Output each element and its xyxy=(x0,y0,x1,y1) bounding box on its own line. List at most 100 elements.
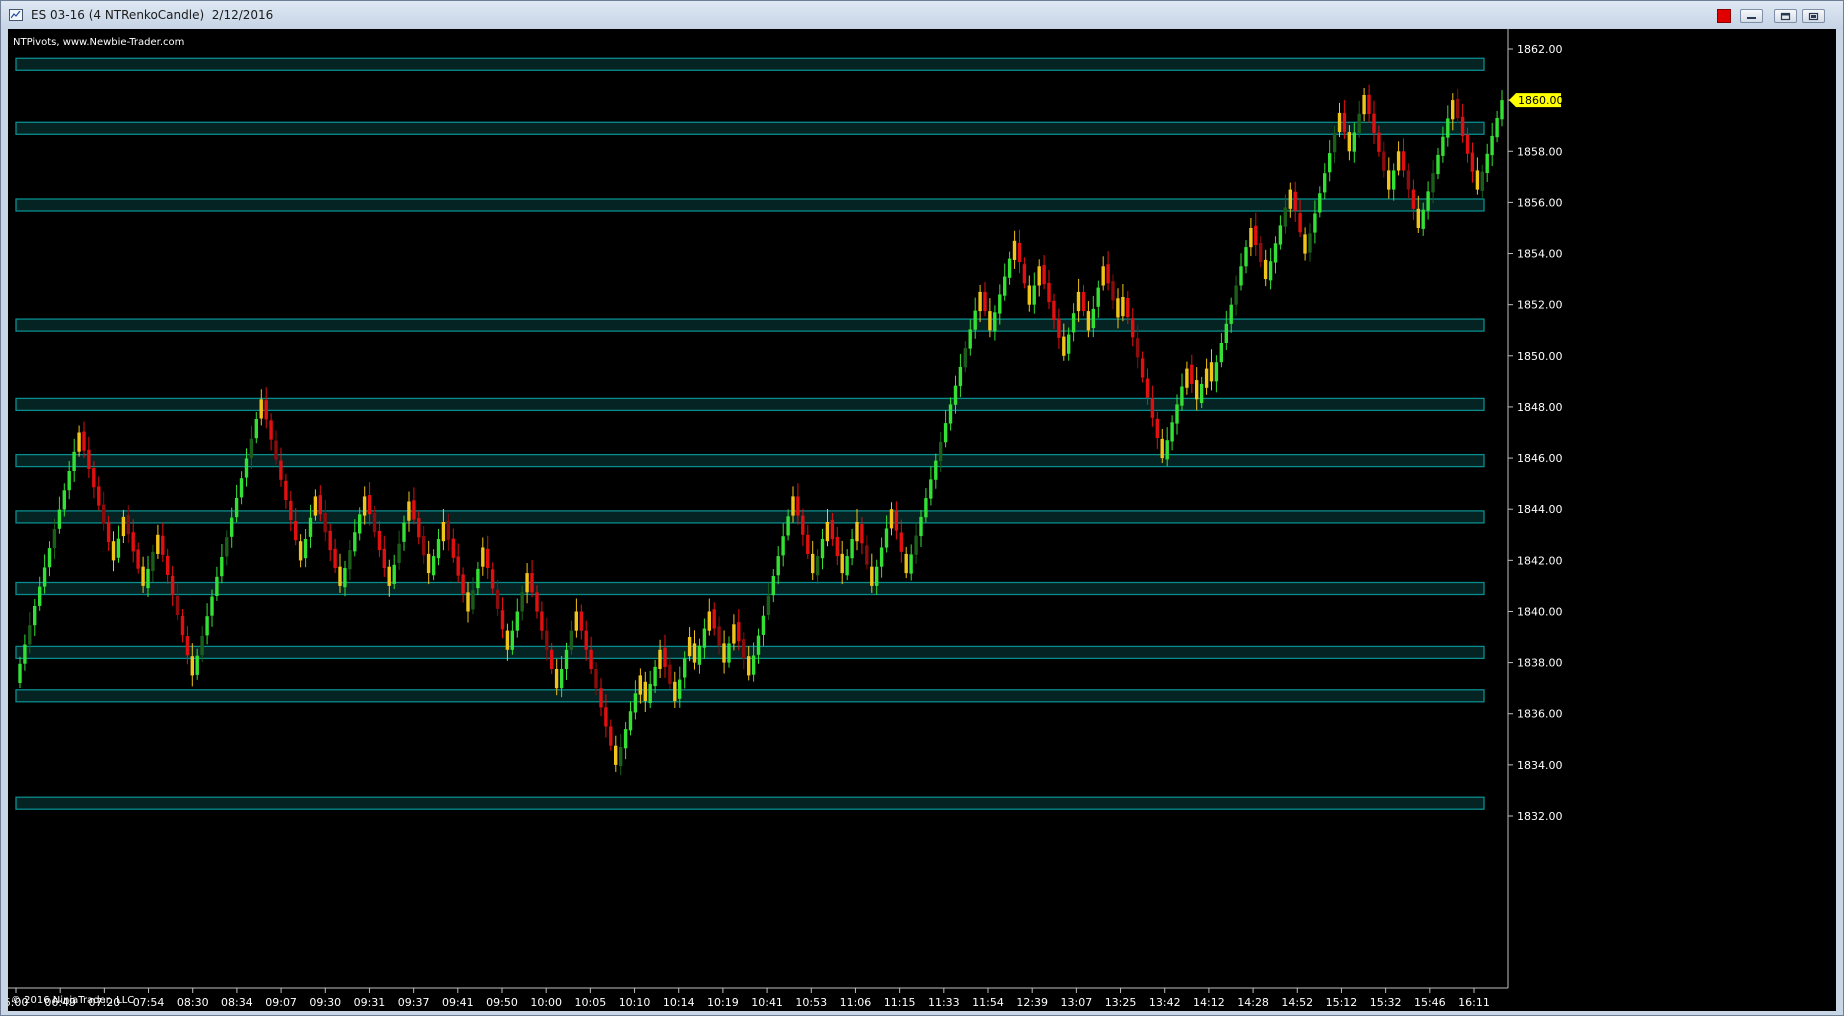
renko-candle xyxy=(929,479,933,499)
red-status-icon[interactable] xyxy=(1717,9,1731,23)
renko-candle xyxy=(515,611,519,631)
title-bar[interactable]: ES 03-16 (4 NTRenkoCandle) 2/12/2016 xyxy=(1,1,1843,29)
renko-candle xyxy=(1278,225,1283,245)
renko-candle xyxy=(727,643,731,663)
renko-candle xyxy=(520,592,524,612)
minimize-button[interactable] xyxy=(1740,9,1763,23)
renko-candle xyxy=(1259,242,1263,263)
renko-candle xyxy=(806,534,810,554)
renko-candle xyxy=(1017,242,1022,263)
renko-candle xyxy=(102,504,106,524)
renko-candle xyxy=(1071,313,1076,333)
renko-candle xyxy=(653,666,657,687)
x-tick-label: 15:32 xyxy=(1370,996,1402,1009)
renko-candle xyxy=(1007,258,1012,278)
renko-candle xyxy=(579,611,583,631)
renko-candle xyxy=(417,518,421,538)
y-tick-label: 1848.00 xyxy=(1517,401,1563,414)
renko-candle xyxy=(732,624,736,644)
renko-candle xyxy=(1421,209,1425,229)
renko-candle xyxy=(1441,136,1445,156)
renko-candle xyxy=(412,500,416,520)
renko-candle xyxy=(820,539,825,559)
x-tick-label: 11:06 xyxy=(840,996,872,1009)
chart-panel[interactable]: 1832.00 1834.00 1836.00 1838.00 1840.00 1842.… xyxy=(8,29,1836,1011)
restore-button[interactable] xyxy=(1774,9,1797,23)
renko-candle xyxy=(1500,100,1504,120)
x-tick-label: 09:30 xyxy=(309,996,341,1009)
renko-candle xyxy=(1209,362,1214,382)
renko-candle xyxy=(1387,170,1391,190)
pivot-band xyxy=(15,581,1485,596)
renko-candle xyxy=(909,554,913,574)
renko-candle xyxy=(1219,343,1223,363)
renko-candle xyxy=(1165,440,1169,460)
renko-candle xyxy=(62,490,66,510)
renko-candle xyxy=(1268,261,1273,281)
renko-candle xyxy=(397,543,401,563)
renko-candle xyxy=(530,573,534,593)
y-tick-label: 1852.00 xyxy=(1517,299,1563,312)
renko-candle xyxy=(461,574,465,594)
renko-candle xyxy=(1401,151,1406,171)
renko-candle xyxy=(722,643,726,663)
pivot-band xyxy=(15,689,1485,703)
renko-candle xyxy=(298,541,303,561)
renko-candle xyxy=(584,630,588,650)
x-tick-label: 13:07 xyxy=(1061,996,1093,1009)
renko-candle xyxy=(97,486,101,506)
renko-candle xyxy=(500,610,505,630)
renko-candle xyxy=(870,566,874,586)
renko-candle xyxy=(835,536,839,557)
renko-candle xyxy=(72,451,76,471)
y-tick-label: 1844.00 xyxy=(1517,503,1563,516)
x-tick-label: 11:15 xyxy=(884,996,916,1009)
renko-candle xyxy=(333,548,337,568)
renko-candle xyxy=(673,681,677,701)
renko-candle xyxy=(1249,228,1253,248)
window-title: ES 03-16 (4 NTRenkoCandle) 2/12/2016 xyxy=(31,8,274,22)
renko-candle xyxy=(1313,213,1317,233)
renko-candle xyxy=(121,516,126,537)
close-button[interactable] xyxy=(1802,9,1825,23)
renko-candle xyxy=(1224,323,1228,343)
renko-candle xyxy=(943,423,948,443)
renko-candle xyxy=(87,449,91,469)
renko-candle xyxy=(1155,418,1159,438)
renko-candle xyxy=(264,400,268,420)
renko-candle xyxy=(358,514,362,534)
renko-candle xyxy=(259,399,263,419)
renko-candle xyxy=(185,636,190,656)
renko-candle xyxy=(1111,281,1115,301)
renko-candle xyxy=(963,348,967,368)
renko-candle xyxy=(205,616,209,636)
renko-candle xyxy=(126,515,130,535)
renko-candle xyxy=(1140,358,1145,378)
renko-candle xyxy=(77,432,81,452)
renko-candle xyxy=(554,669,559,689)
restore-icon xyxy=(1780,12,1791,21)
renko-candle xyxy=(1303,234,1307,254)
renko-candle xyxy=(1145,378,1150,398)
renko-chart[interactable]: 1832.00 1834.00 1836.00 1838.00 1840.00 1842.… xyxy=(8,29,1836,1011)
renko-candle xyxy=(348,550,352,570)
indicator-label: NTPivots, www.Newbie-Trader.com xyxy=(13,37,185,48)
renko-candle xyxy=(850,539,854,559)
y-tick-label: 1836.00 xyxy=(1517,708,1563,721)
renko-candle xyxy=(1480,171,1484,191)
renko-candle xyxy=(692,643,697,663)
y-tick-label: 1832.00 xyxy=(1517,810,1563,823)
renko-candle xyxy=(1042,265,1046,285)
renko-candle xyxy=(1126,298,1130,318)
x-tick-label: 10:14 xyxy=(663,996,695,1009)
renko-candle xyxy=(269,420,273,440)
renko-candle xyxy=(436,539,441,559)
renko-candle xyxy=(1012,240,1017,260)
renko-candle xyxy=(1032,285,1036,305)
renko-candle xyxy=(1027,285,1031,305)
renko-candle xyxy=(195,655,199,675)
renko-candle xyxy=(1199,383,1204,404)
renko-candle xyxy=(614,745,618,765)
renko-candle xyxy=(446,520,450,540)
renko-candle xyxy=(131,532,135,552)
